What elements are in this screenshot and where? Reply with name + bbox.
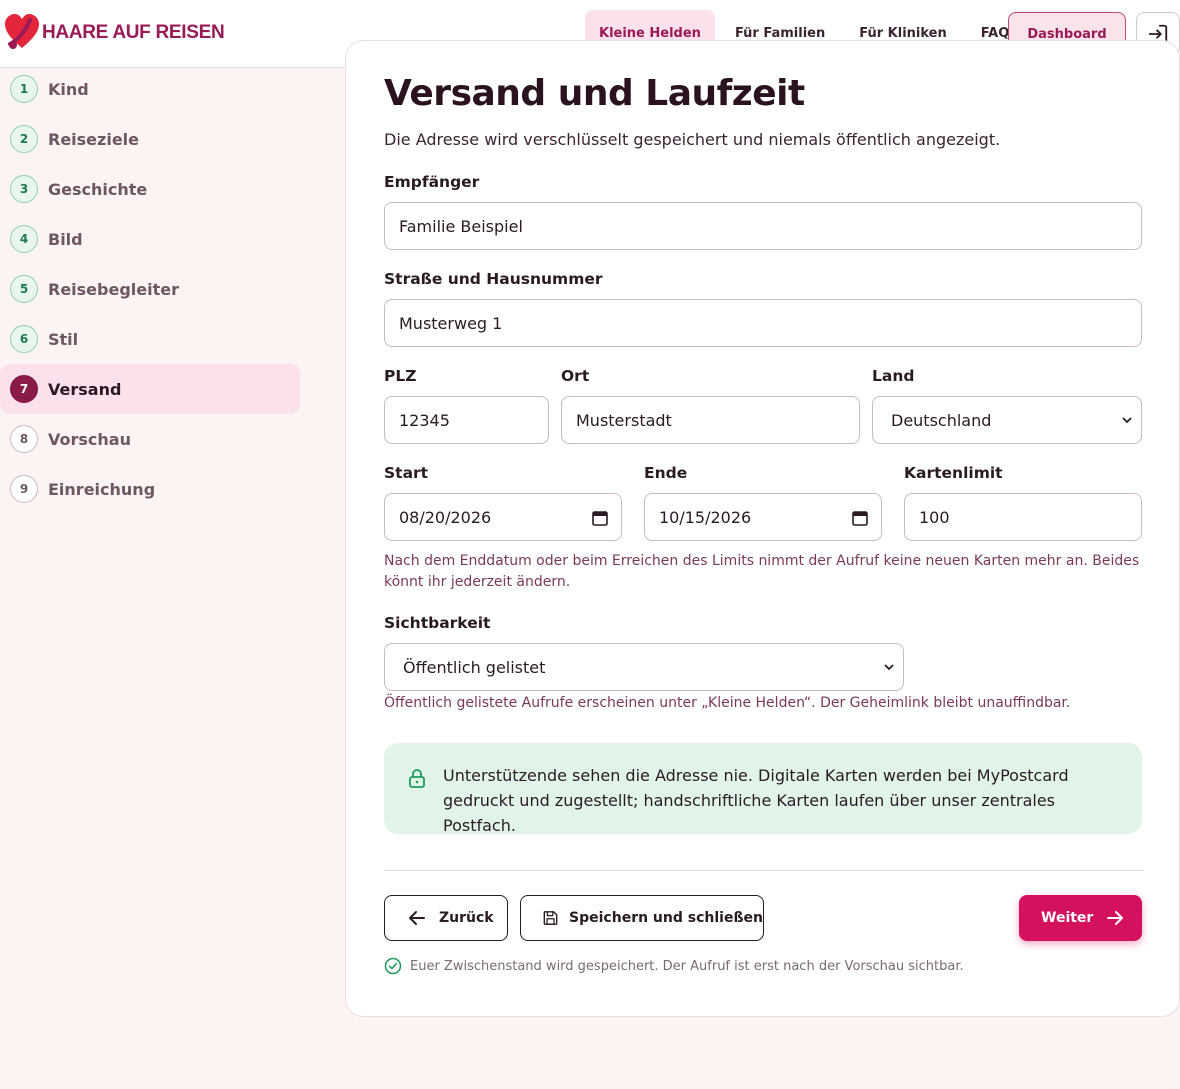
step-geschichte[interactable]: 3 Geschichte: [0, 164, 300, 214]
limit-label: Kartenlimit: [904, 464, 1003, 482]
step-label: Kind: [48, 79, 89, 99]
limit-value: 100: [919, 507, 950, 527]
step-number: 1: [10, 75, 38, 103]
country-select[interactable]: Deutschland: [872, 396, 1142, 444]
end-label: Ende: [644, 464, 688, 482]
page-subtitle: Die Adresse wird verschlüsselt gespeiche…: [384, 130, 1001, 149]
page-title: Versand und Laufzeit: [384, 73, 805, 114]
step-reiseziele[interactable]: 2 Reiseziele: [0, 114, 300, 164]
country-value: Deutschland: [891, 410, 992, 430]
back-button[interactable]: Zurück: [384, 895, 508, 941]
start-label: Start: [384, 464, 429, 482]
step-vorschau[interactable]: 8 Vorschau: [0, 414, 300, 464]
zip-input[interactable]: 12345: [384, 396, 549, 444]
visibility-select[interactable]: Öffentlich gelistet: [384, 643, 904, 691]
step-kind[interactable]: 1 Kind: [0, 64, 300, 114]
step-number: 6: [10, 325, 38, 353]
arrow-right-icon: [1107, 911, 1124, 925]
recipient-label: Empfänger: [384, 173, 480, 191]
check-circle-icon: [384, 957, 402, 975]
save-close-label: Speichern und schließen: [569, 910, 763, 926]
lock-icon: [409, 769, 425, 788]
next-button[interactable]: Weiter: [1019, 895, 1142, 941]
step-number: 5: [10, 275, 38, 303]
step-stil[interactable]: 6 Stil: [0, 314, 300, 364]
step-number: 4: [10, 225, 38, 253]
chevron-down-icon: [1122, 417, 1132, 424]
recipient-value: Familie Beispiel: [399, 216, 523, 236]
back-label: Zurück: [439, 910, 494, 926]
zip-value: 12345: [399, 410, 450, 430]
heart-logo-icon: [5, 14, 39, 49]
visibility-label: Sichtbarkeit: [384, 614, 491, 632]
step-label: Reiseziele: [48, 129, 140, 149]
visibility-value: Öffentlich gelistet: [403, 657, 546, 677]
step-label: Reisebegleiter: [48, 279, 179, 299]
chevron-down-icon: [884, 664, 894, 671]
step-number: 8: [10, 425, 38, 453]
calendar-icon[interactable]: [591, 509, 609, 527]
street-label: Straße und Hausnummer: [384, 270, 603, 288]
calendar-icon[interactable]: [851, 509, 869, 527]
step-label: Stil: [48, 329, 79, 349]
recipient-input[interactable]: Familie Beispiel: [384, 202, 1142, 250]
step-versand[interactable]: 7 Versand: [0, 364, 300, 414]
start-date-input[interactable]: 08/20/2026: [384, 493, 622, 541]
limit-help-text: Nach dem Enddatum oder beim Erreichen de…: [384, 553, 1140, 590]
step-einreichung[interactable]: 9 Einreichung: [0, 464, 300, 514]
step-number: 3: [10, 175, 38, 203]
logo[interactable]: HAARE AUF REISEN: [4, 14, 225, 52]
end-date-input[interactable]: 10/15/2026: [644, 493, 882, 541]
save-icon: [543, 911, 558, 925]
end-value: 10/15/2026: [659, 507, 752, 527]
autosave-text: Euer Zwischenstand wird gespeichert. Der…: [410, 958, 964, 974]
wizard-steps: 1 Kind 2 Reiseziele 3 Geschichte 4 Bild 5 Rei…: [0, 64, 300, 514]
privacy-notice: Unterstützende sehen die Adresse nie. Di…: [384, 743, 1142, 835]
step-number: 7: [10, 375, 38, 403]
notice-text: Unterstützende sehen die Adresse nie. Di…: [443, 766, 1069, 835]
divider: [384, 870, 1144, 871]
visibility-help-text: Öffentlich gelistete Aufrufe erscheinen …: [384, 695, 1071, 711]
form-card: Versand und Laufzeit Die Adresse wird ve…: [345, 40, 1180, 1017]
logo-text: HAARE AUF REISEN: [42, 22, 225, 43]
autosave-note: Euer Zwischenstand wird gespeichert. Der…: [384, 957, 964, 975]
arrow-left-icon: [409, 911, 425, 925]
step-number: 9: [10, 475, 38, 503]
card-limit-input[interactable]: 100: [904, 493, 1142, 541]
city-value: Musterstadt: [576, 410, 672, 430]
step-bild[interactable]: 4 Bild: [0, 214, 300, 264]
country-label: Land: [872, 367, 915, 385]
step-label: Geschichte: [48, 179, 148, 199]
zip-label: PLZ: [384, 367, 417, 385]
street-value: Musterweg 1: [399, 313, 503, 333]
step-label: Versand: [48, 379, 122, 399]
step-label: Bild: [48, 229, 83, 249]
next-label: Weiter: [1041, 910, 1094, 926]
city-input[interactable]: Musterstadt: [561, 396, 860, 444]
save-close-button[interactable]: Speichern und schließen: [520, 895, 764, 941]
step-number: 2: [10, 125, 38, 153]
step-label: Einreichung: [48, 479, 156, 499]
street-input[interactable]: Musterweg 1: [384, 299, 1142, 347]
step-label: Vorschau: [48, 429, 131, 449]
start-value: 08/20/2026: [399, 507, 492, 527]
city-label: Ort: [561, 367, 590, 385]
step-reisebegleiter[interactable]: 5 Reisebegleiter: [0, 264, 300, 314]
